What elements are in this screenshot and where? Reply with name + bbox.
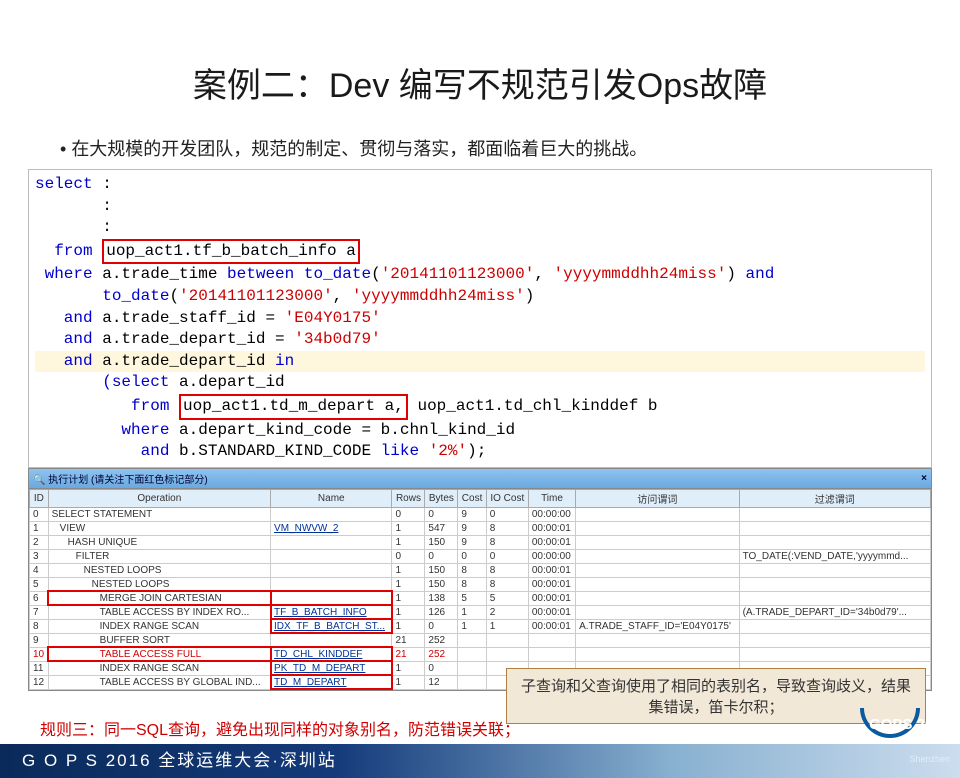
- plan-col: 过滤谓词: [739, 489, 930, 507]
- plan-col: Bytes: [425, 489, 458, 507]
- plan-row: 4NESTED LOOPS11508800:00:01: [30, 563, 931, 577]
- kw-where: where: [35, 265, 102, 283]
- plan-row: 7TABLE ACCESS BY INDEX RO...TF_B_BATCH_I…: [30, 605, 931, 619]
- plan-row: 6MERGE JOIN CARTESIAN11385500:00:01: [30, 591, 931, 605]
- plan-row: 2HASH UNIQUE11509800:00:01: [30, 535, 931, 549]
- plan-col: Operation: [48, 489, 270, 507]
- execution-plan-panel: 🔍 执行计划 (请关注下面红色标记部分) × IDOperationNameRo…: [28, 468, 932, 691]
- plan-row: 5NESTED LOOPS11508800:00:01: [30, 577, 931, 591]
- kw-from: from: [35, 242, 102, 260]
- plan-col: ID: [30, 489, 49, 507]
- bullet-intro: 在大规模的开发团队，规范的制定、贯彻与落实，都面临着巨大的挑战。: [60, 135, 960, 161]
- plan-row: 8INDEX RANGE SCANIDX_TF_B_BATCH_ST...101…: [30, 619, 931, 633]
- kw-select: select: [35, 175, 93, 193]
- highlight-table-inner: uop_act1.td_m_depart a,: [179, 394, 408, 420]
- plan-col: Rows: [392, 489, 425, 507]
- plan-header: 🔍 执行计划 (请关注下面红色标记部分) ×: [29, 469, 931, 489]
- footer-text: G O P S 2016 全球运维大会·深圳站: [22, 751, 337, 770]
- plan-row: 0SELECT STATEMENT009000:00:00: [30, 507, 931, 521]
- plan-col: Time: [528, 489, 575, 507]
- footer-brand: GOPS 2016 Shenzhen: [869, 707, 950, 776]
- highlight-table-outer: uop_act1.tf_b_batch_info a: [102, 239, 360, 265]
- plan-col: Name: [271, 489, 392, 507]
- plan-col: IO Cost: [486, 489, 528, 507]
- plan-row: 3FILTER000000:00:00TO_DATE(:VEND_DATE,'y…: [30, 549, 931, 563]
- slide-footer: G O P S 2016 全球运维大会·深圳站 GOPS 2016 Shenzh…: [0, 744, 960, 778]
- plan-row: 1VIEWVM_NWVW_215479800:00:01: [30, 521, 931, 535]
- plan-table: IDOperationNameRowsBytesCostIO CostTime访…: [29, 489, 931, 690]
- slide-title: 案例二：Dev 编写不规范引发Ops故障: [0, 58, 960, 107]
- sql-code-block: select : : : from uop_act1.tf_b_batch_in…: [28, 169, 932, 468]
- plan-col: Cost: [458, 489, 486, 507]
- plan-col: 访问谓词: [576, 489, 739, 507]
- plan-row: 10TABLE ACCESS FULLTD_CHL_KINDDEF21252: [30, 647, 931, 661]
- plan-row: 9BUFFER SORT21252: [30, 633, 931, 647]
- close-icon[interactable]: ×: [921, 473, 927, 484]
- plan-title: 🔍 执行计划 (请关注下面红色标记部分): [33, 471, 208, 486]
